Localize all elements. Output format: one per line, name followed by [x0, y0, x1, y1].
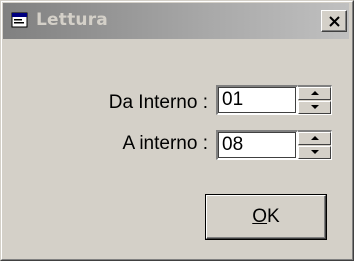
close-button[interactable]: [321, 10, 347, 32]
window-app-icon: [11, 12, 29, 30]
ok-button-label: OK: [206, 206, 326, 228]
da-interno-down-button[interactable]: [298, 101, 331, 114]
arrow-up-icon: [311, 136, 319, 140]
a-interno-input[interactable]: 08: [216, 130, 298, 160]
arrow-down-icon: [311, 150, 319, 154]
arrow-down-icon: [311, 105, 319, 109]
a-interno-label: A interno :: [122, 133, 208, 154]
ok-label-rest: K: [267, 206, 280, 227]
dialog-window: Lettura Da Interno : 01 A interno : 08 O…: [0, 0, 354, 261]
a-interno-up-button[interactable]: [298, 132, 331, 145]
da-interno-input[interactable]: 01: [216, 85, 298, 115]
a-interno-spin-buttons: [298, 130, 332, 160]
arrow-up-icon: [311, 91, 319, 95]
close-icon: [329, 16, 340, 27]
a-interno-down-button[interactable]: [298, 146, 331, 159]
da-interno-spin-buttons: [298, 85, 332, 115]
da-interno-up-button[interactable]: [298, 87, 331, 100]
title-bar[interactable]: Lettura: [3, 3, 349, 39]
ok-button[interactable]: OK: [205, 194, 327, 240]
da-interno-spinner: 01: [216, 85, 332, 115]
a-interno-spinner: 08: [216, 130, 332, 160]
ok-accelerator: O: [252, 206, 268, 227]
window-title: Lettura: [36, 10, 108, 30]
da-interno-label: Da Interno :: [108, 92, 208, 113]
